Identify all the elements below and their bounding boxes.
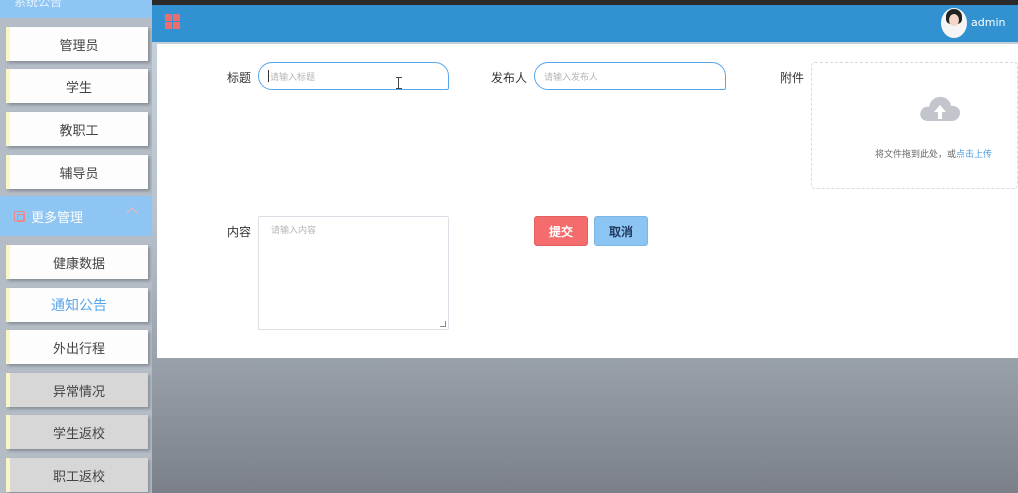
sidebar-item-label: 教职工: [59, 123, 99, 139]
avatar[interactable]: [941, 8, 967, 38]
sidebar-item-student-return[interactable]: 学生返校: [6, 415, 148, 449]
upload-tip: 将文件拖到此处，或点击上传: [875, 147, 992, 160]
publisher-placeholder: 请输入发布人: [544, 72, 599, 83]
sidebar-item-staff[interactable]: 教职工: [6, 112, 148, 146]
submit-button[interactable]: 提交: [534, 216, 588, 246]
copy-icon: [14, 210, 25, 222]
content-textarea[interactable]: 请输入内容: [258, 216, 449, 330]
upload-dropzone[interactable]: 将文件拖到此处，或点击上传: [811, 62, 1018, 189]
sidebar-item-label: 通知公告: [51, 298, 107, 314]
cancel-button-label: 取消: [608, 224, 633, 239]
ibeam-cursor-icon: [396, 77, 404, 89]
chevron-up-icon: [126, 207, 138, 219]
sidebar-item-label: 学生: [65, 80, 92, 96]
sidebar-item-admin[interactable]: 管理员: [6, 27, 148, 61]
sidebar-item-health-data[interactable]: 健康数据: [6, 245, 148, 279]
sidebar-item-label: 管理员: [59, 38, 99, 54]
sidebar-item-label: 健康数据: [52, 256, 105, 272]
content-placeholder: 请输入内容: [271, 226, 317, 236]
content-label: 内容: [227, 225, 252, 239]
top-header: admin: [152, 5, 1018, 42]
sidebar-item-staff-return[interactable]: 职工返校: [6, 458, 148, 492]
sidebar-top-section[interactable]: 系统公告: [0, 0, 152, 18]
upload-tip-text: 将文件拖到此处，或: [875, 150, 957, 160]
sidebar-top-label: 系统公告: [14, 0, 63, 9]
user-name[interactable]: admin: [971, 16, 1005, 29]
title-input[interactable]: 请输入标题: [258, 62, 449, 90]
sidebar: 系统公告 管理员 学生 教职工 辅导员 更多管理 健康数据 通知公告 外出行程 …: [0, 0, 152, 493]
cancel-button[interactable]: 取消: [594, 216, 648, 246]
text-cursor: [268, 70, 269, 82]
sidebar-item-label: 辅导员: [59, 166, 99, 182]
resize-handle[interactable]: [440, 321, 446, 327]
sidebar-item-abnormal[interactable]: 异常情况: [6, 373, 148, 407]
sidebar-section-label: 更多管理: [31, 210, 84, 226]
sidebar-item-trips[interactable]: 外出行程: [6, 330, 148, 364]
title-placeholder: 请输入标题: [270, 72, 316, 83]
publisher-label: 发布人: [491, 71, 528, 85]
sidebar-item-label: 异常情况: [52, 384, 105, 400]
upload-link[interactable]: 点击上传: [956, 150, 992, 160]
sidebar-item-notice[interactable]: 通知公告: [6, 288, 148, 322]
title-label: 标题: [227, 71, 252, 85]
attachment-label: 附件: [780, 71, 805, 85]
publisher-input[interactable]: 请输入发布人: [534, 62, 726, 90]
sidebar-item-label: 外出行程: [52, 341, 105, 357]
sidebar-item-counselor[interactable]: 辅导员: [6, 155, 148, 189]
sidebar-item-label: 学生返校: [52, 426, 105, 442]
sidebar-item-student[interactable]: 学生: [6, 69, 148, 103]
sidebar-section-more[interactable]: 更多管理: [0, 196, 152, 236]
sidebar-item-label: 职工返校: [52, 469, 105, 485]
grid-menu-icon[interactable]: [165, 14, 180, 29]
upload-cloud-icon: [920, 96, 961, 121]
submit-button-label: 提交: [548, 224, 573, 239]
